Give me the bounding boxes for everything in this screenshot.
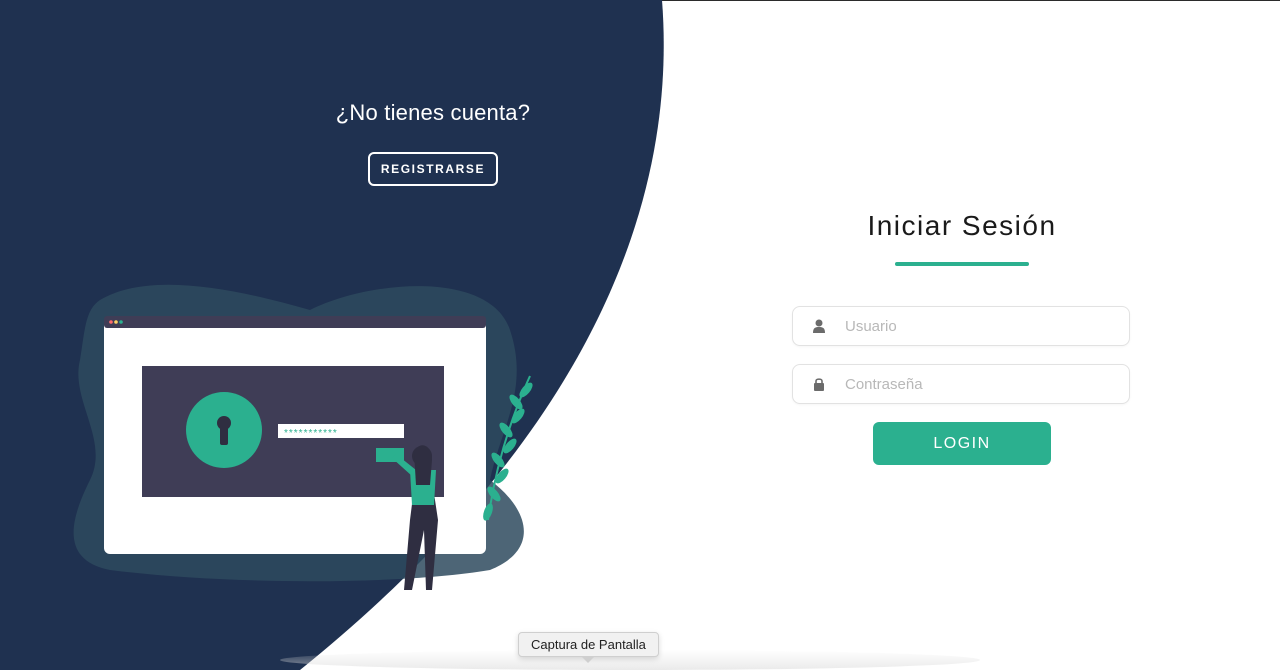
title-underline — [895, 262, 1029, 266]
password-field — [792, 364, 1130, 404]
signup-section: ¿No tienes cuenta? REGISTRARSE — [300, 100, 566, 186]
password-mask: *********** — [284, 428, 338, 439]
password-input[interactable] — [845, 375, 1105, 393]
login-section: Iniciar Sesión LOGIN — [792, 210, 1132, 465]
username-input[interactable] — [845, 317, 1105, 335]
signup-title: ¿No tienes cuenta? — [335, 100, 531, 125]
login-page: ¿No tienes cuenta? REGISTRARSE *********… — [0, 0, 1280, 670]
login-illustration: *********** — [73, 284, 533, 590]
browser-titlebar — [104, 316, 486, 328]
login-button[interactable]: LOGIN — [873, 422, 1051, 465]
screenshot-tooltip: Captura de Pantalla — [518, 632, 659, 657]
login-title: Iniciar Sesión — [867, 210, 1057, 241]
username-field — [792, 306, 1130, 346]
register-button[interactable]: REGISTRARSE — [368, 152, 498, 186]
tooltip-arrow — [582, 657, 594, 663]
user-icon — [793, 319, 845, 333]
lock-icon — [793, 377, 845, 391]
